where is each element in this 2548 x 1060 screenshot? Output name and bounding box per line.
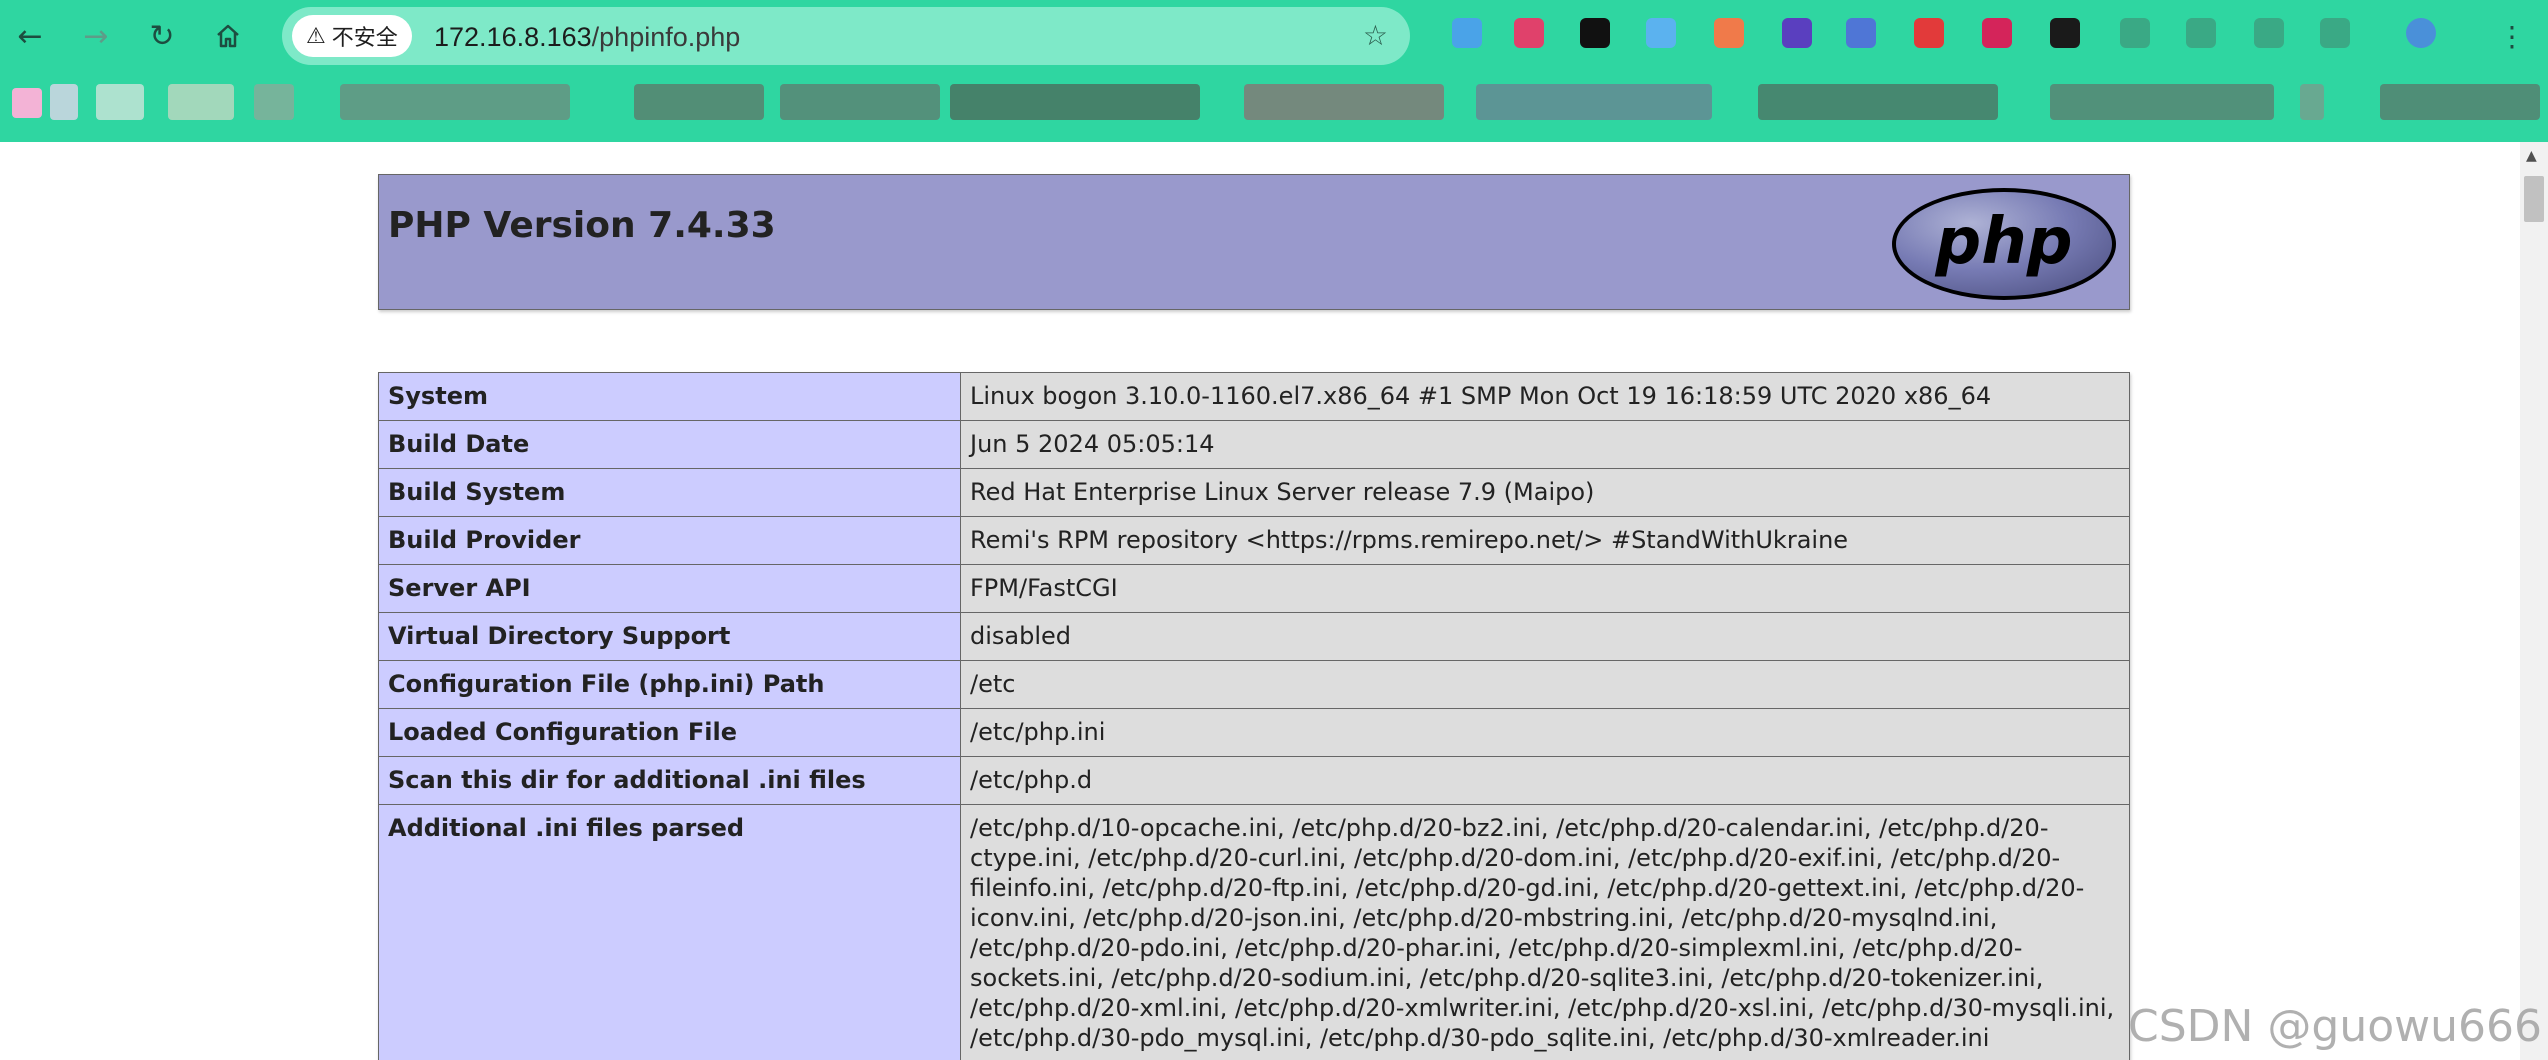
row-key: Build System [378,468,961,517]
extension-icon[interactable] [2320,18,2350,48]
bookmark-item[interactable] [1476,84,1712,120]
extension-icon[interactable] [1514,18,1544,48]
phpinfo-header: PHP Version 7.4.33 php [378,174,2130,310]
phpinfo-container: PHP Version 7.4.33 php System Linux bogon… [378,174,2130,1060]
row-key: Configuration File (php.ini) Path [378,660,961,709]
row-key: Loaded Configuration File [378,708,961,757]
extension-icon[interactable] [1782,18,1812,48]
bookmark-item[interactable] [950,84,1200,120]
bookmark-item[interactable] [2050,84,2274,120]
back-button[interactable]: ← [8,14,52,58]
info-table: System Linux bogon 3.10.0-1160.el7.x86_64… [378,372,2130,1060]
bookmark-item[interactable] [12,88,42,118]
table-row: Loaded Configuration File/etc/php.ini [378,708,2130,757]
bookmark-item[interactable] [2380,84,2540,120]
row-value: Linux bogon 3.10.0-1160.el7.x86_64 #1 SM… [960,372,2130,421]
security-indicator[interactable]: ⚠ 不安全 [292,15,412,57]
reload-button[interactable]: ↻ [140,14,184,58]
scroll-thumb[interactable] [2524,176,2544,222]
bookmark-item[interactable] [96,84,144,120]
warning-icon: ⚠ [306,23,326,49]
url-path: /phpinfo.php [591,22,741,52]
bookmark-item[interactable] [1244,84,1444,120]
bookmark-item[interactable] [50,84,78,120]
page-viewport: PHP Version 7.4.33 php System Linux bogon… [0,142,2520,1060]
row-value: Remi's RPM repository <https://rpms.remi… [960,516,2130,565]
row-key: Server API [378,564,961,613]
table-row: Server API FPM/FastCGI [378,564,2130,613]
row-key: System [378,372,961,421]
table-row: Additional .ini files parsed/etc/php.d/1… [378,804,2130,1060]
table-row: Build System Red Hat Enterprise Linux Ser… [378,468,2130,517]
row-key: Virtual Directory Support [378,612,961,661]
bookmark-item[interactable] [634,84,764,120]
scroll-up-arrow-icon[interactable]: ▲ [2526,148,2537,164]
row-key: Scan this dir for additional .ini files [378,756,961,805]
extension-icon[interactable] [2406,18,2436,48]
bookmark-item[interactable] [340,84,570,120]
address-bar[interactable]: ⚠ 不安全 172.16.8.163/phpinfo.php ☆ [282,7,1410,65]
php-logo-text: php [1934,205,2072,279]
extension-icon[interactable] [2186,18,2216,48]
table-row: Configuration File (php.ini) Path/etc [378,660,2130,709]
reload-icon: ↻ [149,18,175,54]
extension-icon[interactable] [1452,18,1482,48]
php-logo: php [1892,188,2116,300]
row-value: Jun 5 2024 05:05:14 [960,420,2130,469]
row-key: Build Date [378,420,961,469]
row-value: /etc/php.ini [960,708,2130,757]
page-title: PHP Version 7.4.33 [388,205,776,246]
extension-icon[interactable] [1914,18,1944,48]
row-key: Additional .ini files parsed [378,804,961,1060]
table-row: Virtual Directory Support disabled [378,612,2130,661]
table-row: System Linux bogon 3.10.0-1160.el7.x86_64… [378,372,2130,421]
extension-icon[interactable] [1714,18,1744,48]
home-button[interactable] [206,14,250,58]
row-value: FPM/FastCGI [960,564,2130,613]
bookmark-item[interactable] [780,84,940,120]
bookmark-item[interactable] [168,84,234,120]
bookmark-star-icon[interactable]: ☆ [1363,19,1388,52]
extension-icon[interactable] [1646,18,1676,48]
vertical-scrollbar[interactable]: ▲ [2520,142,2548,1060]
watermark: CSDN @guowu666 [2127,1001,2542,1052]
extension-icon[interactable] [2120,18,2150,48]
extension-icon[interactable] [2254,18,2284,48]
row-value: /etc/php.d/10-opcache.ini, /etc/php.d/20… [960,804,2130,1060]
arrow-left-icon: ← [17,18,43,54]
extension-icon[interactable] [1846,18,1876,48]
kebab-menu-icon: ⋮ [2498,19,2526,53]
extension-icon[interactable] [1982,18,2012,48]
menu-button[interactable]: ⋮ [2490,14,2534,58]
row-value: disabled [960,612,2130,661]
browser-toolbar: ← → ↻ ⚠ 不安全 172.16.8.163/phpinfo.php ☆ ⋮ [0,0,2548,142]
security-label: 不安全 [331,26,398,51]
bookmark-item[interactable] [254,84,294,120]
bookmark-item[interactable] [1758,84,1998,120]
home-icon [217,24,239,48]
row-value: Red Hat Enterprise Linux Server release … [960,468,2130,517]
bookmark-item[interactable] [2300,84,2324,120]
table-row: Build Date Jun 5 2024 05:05:14 [378,420,2130,469]
row-value: /etc/php.d [960,756,2130,805]
row-key: Build Provider [378,516,961,565]
table-row: Scan this dir for additional .ini files /… [378,756,2130,805]
extension-icon[interactable] [1580,18,1610,48]
url-text[interactable]: 172.16.8.163/phpinfo.php [434,22,740,53]
table-row: Build Provider Remi's RPM repository <htt… [378,516,2130,565]
url-host: 172.16.8.163 [434,22,592,52]
row-value: /etc [960,660,2130,709]
forward-button[interactable]: → [74,14,118,58]
arrow-right-icon: → [83,18,109,54]
extension-icon[interactable] [2050,18,2080,48]
